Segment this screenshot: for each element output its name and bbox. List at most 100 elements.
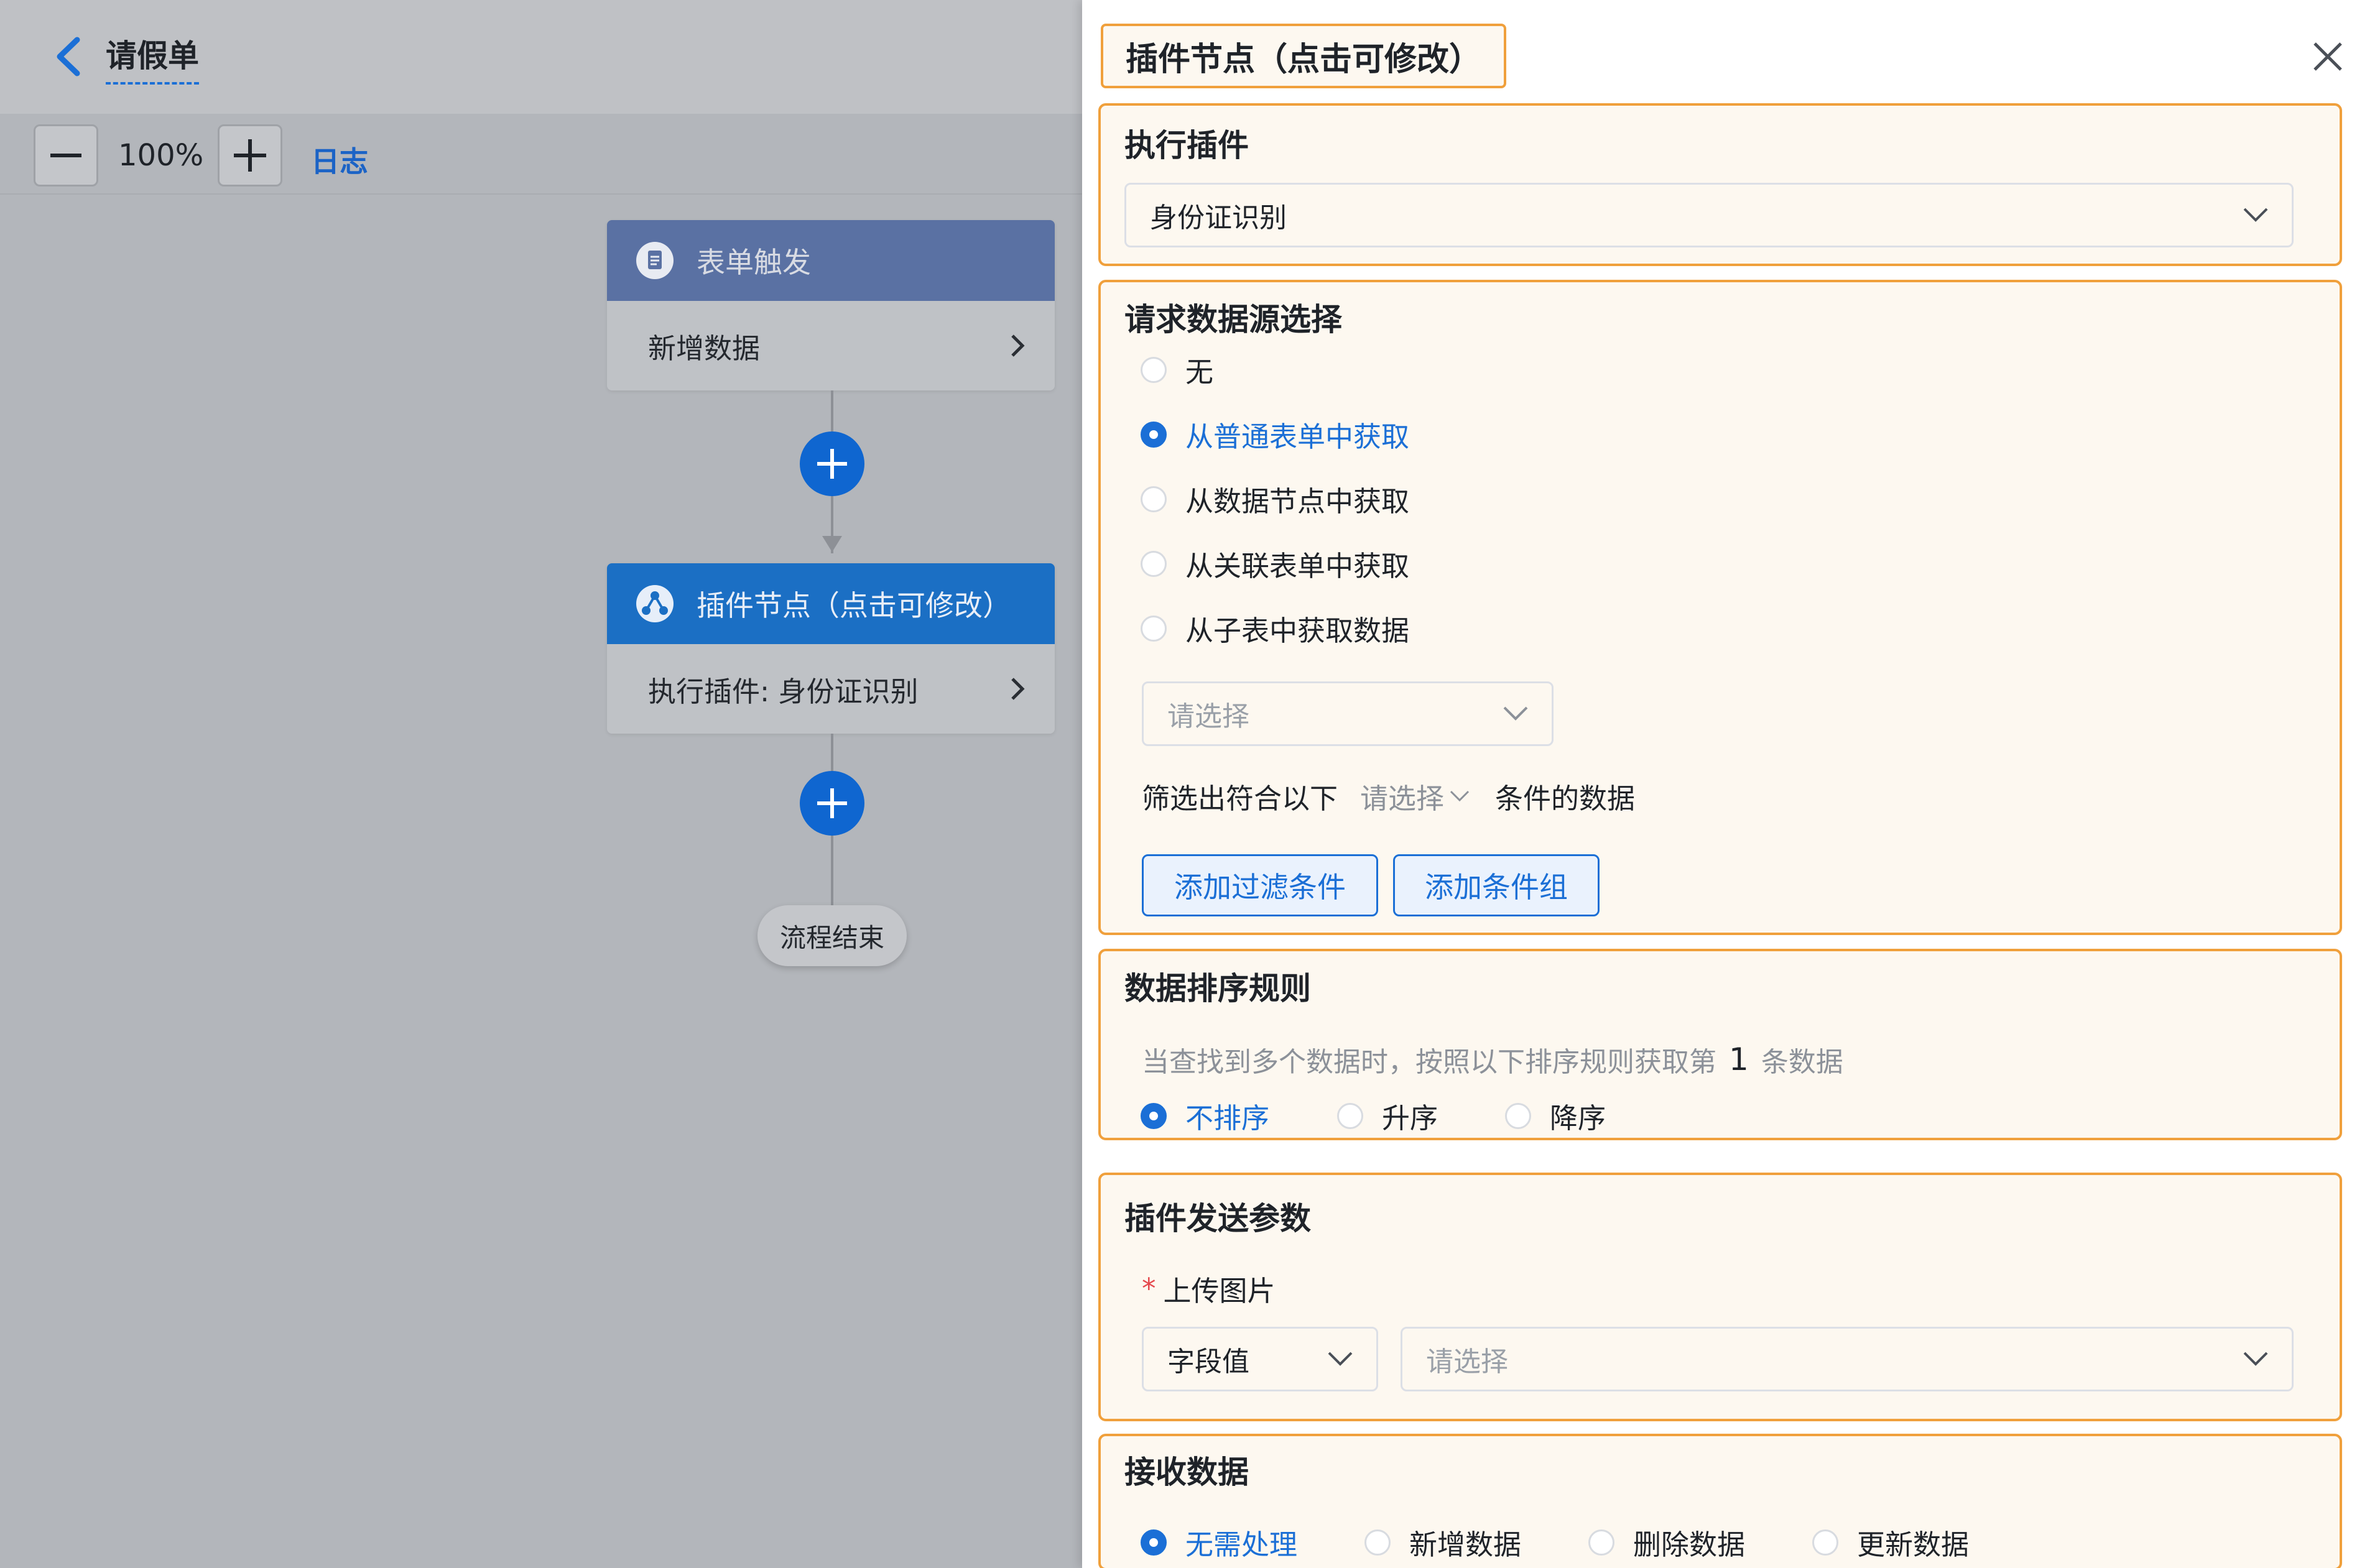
option-label: 升序 bbox=[1382, 1102, 1438, 1135]
plus-icon bbox=[234, 139, 266, 172]
radio-checked-icon bbox=[1141, 1102, 1167, 1129]
chevron-down-icon bbox=[1503, 706, 1528, 721]
filter-prefix: 筛选出符合以下 bbox=[1142, 782, 1338, 815]
radio-icon bbox=[1812, 1529, 1838, 1556]
radio-icon bbox=[1141, 486, 1167, 512]
params-section: 插件发送参数 * 上传图片 字段值 请选择 bbox=[1098, 1173, 2342, 1421]
form-select-placeholder: 请选择 bbox=[1167, 701, 1249, 732]
radio-icon bbox=[1505, 1102, 1531, 1129]
add-circle-icon bbox=[817, 449, 847, 479]
log-link[interactable]: 日志 bbox=[311, 139, 368, 180]
sort-option-asc[interactable]: 升序 bbox=[1337, 1095, 1438, 1136]
source-option-linked-form[interactable]: 从关联表单中获取 bbox=[1141, 543, 1409, 584]
receive-section: 接收数据 无需处理 新增数据 删除数据 更新数据 bbox=[1098, 1434, 2342, 1568]
option-label: 从普通表单中获取 bbox=[1185, 420, 1410, 453]
add-condition-group-button[interactable]: 添加条件组 bbox=[1393, 854, 1600, 916]
close-icon[interactable] bbox=[2311, 40, 2345, 73]
chevron-down-icon bbox=[1450, 790, 1470, 801]
source-option-data-node[interactable]: 从数据节点中获取 bbox=[1141, 479, 1409, 519]
filter-sentence: 筛选出符合以下 请选择 条件的数据 bbox=[1142, 776, 1635, 816]
receive-option-none[interactable]: 无需处理 bbox=[1141, 1522, 1297, 1562]
end-node: 流程结束 bbox=[757, 905, 907, 966]
page-title[interactable]: 请假单 bbox=[106, 31, 199, 85]
sort-option-none[interactable]: 不排序 bbox=[1141, 1095, 1269, 1136]
chevron-down-icon bbox=[1328, 1352, 1353, 1366]
plugin-node-header: 插件节点（点击可修改） bbox=[607, 563, 1055, 644]
field-value-select[interactable]: 请选择 bbox=[1401, 1327, 2294, 1391]
source-option-none[interactable]: 无 bbox=[1141, 349, 1213, 390]
config-panel: 插件节点（点击可修改） 执行插件 身份证识别 请求数据源选择 无 从普通表单中获… bbox=[1082, 0, 2362, 1568]
value-type-select[interactable]: 字段值 bbox=[1142, 1327, 1378, 1391]
receive-option-add[interactable]: 新增数据 bbox=[1364, 1522, 1521, 1562]
data-source-section: 请求数据源选择 无 从普通表单中获取 从数据节点中获取 从关联表单中获取 从子表… bbox=[1098, 280, 2342, 935]
radio-icon bbox=[1141, 550, 1167, 577]
source-option-form[interactable]: 从普通表单中获取 bbox=[1141, 414, 1409, 454]
add-node-button[interactable] bbox=[800, 771, 864, 836]
chevron-down-icon bbox=[2243, 1352, 2268, 1366]
receive-title: 接收数据 bbox=[1124, 1454, 1249, 1490]
sort-option-desc[interactable]: 降序 bbox=[1505, 1095, 1606, 1136]
document-icon bbox=[636, 242, 674, 279]
chevron-down-icon bbox=[2243, 208, 2268, 222]
trigger-node-title: 表单触发 bbox=[697, 246, 811, 279]
field-label: 上传图片 bbox=[1163, 1275, 1276, 1307]
sort-description: 当查找到多个数据时，按照以下排序规则获取第 1 条数据 bbox=[1142, 1040, 1843, 1079]
sort-desc-suffix: 条数据 bbox=[1761, 1046, 1843, 1078]
exec-plugin-section: 执行插件 身份证识别 bbox=[1098, 103, 2342, 266]
receive-option-delete[interactable]: 删除数据 bbox=[1588, 1522, 1745, 1562]
option-label: 从子表中获取数据 bbox=[1185, 614, 1410, 647]
plugin-select[interactable]: 身份证识别 bbox=[1124, 183, 2294, 247]
option-label: 删除数据 bbox=[1633, 1528, 1746, 1561]
plugin-select-value: 身份证识别 bbox=[1150, 202, 1287, 234]
arrow-down-icon bbox=[822, 536, 842, 552]
option-label: 从数据节点中获取 bbox=[1185, 485, 1410, 518]
plugin-node[interactable]: 插件节点（点击可修改） 执行插件: 身份证识别 bbox=[607, 563, 1055, 734]
zoom-out-button[interactable] bbox=[34, 124, 98, 187]
radio-icon bbox=[1588, 1529, 1614, 1556]
params-title: 插件发送参数 bbox=[1124, 1201, 1311, 1237]
zoom-in-button[interactable] bbox=[218, 124, 282, 187]
trigger-node-header: 表单触发 bbox=[607, 220, 1055, 301]
option-label: 不排序 bbox=[1185, 1102, 1270, 1135]
trigger-node-body[interactable]: 新增数据 bbox=[607, 301, 1055, 390]
required-mark: * bbox=[1142, 1272, 1156, 1305]
panel-title: 插件节点（点击可修改） bbox=[1101, 24, 1507, 88]
receive-option-update[interactable]: 更新数据 bbox=[1812, 1522, 1969, 1562]
radio-icon bbox=[1364, 1529, 1391, 1556]
add-node-button[interactable] bbox=[800, 431, 864, 496]
sort-section: 数据排序规则 当查找到多个数据时，按照以下排序规则获取第 1 条数据 不排序 升… bbox=[1098, 949, 2342, 1140]
plugin-node-body[interactable]: 执行插件: 身份证识别 bbox=[607, 644, 1055, 734]
add-filter-button[interactable]: 添加过滤条件 bbox=[1142, 854, 1378, 916]
source-option-subtable[interactable]: 从子表中获取数据 bbox=[1141, 608, 1409, 648]
sort-nth-input[interactable]: 1 bbox=[1729, 1041, 1749, 1077]
filter-condition-select[interactable]: 请选择 bbox=[1360, 776, 1470, 816]
upload-image-label: * 上传图片 bbox=[1142, 1268, 1276, 1309]
value-type-text: 字段值 bbox=[1167, 1346, 1249, 1378]
trigger-node[interactable]: 表单触发 新增数据 bbox=[607, 220, 1055, 390]
option-label: 新增数据 bbox=[1409, 1528, 1522, 1561]
filter-select-text: 请选择 bbox=[1360, 782, 1445, 815]
sort-desc-prefix: 当查找到多个数据时，按照以下排序规则获取第 bbox=[1142, 1046, 1716, 1078]
data-source-title: 请求数据源选择 bbox=[1124, 302, 1342, 338]
option-label: 无需处理 bbox=[1185, 1528, 1298, 1561]
plugin-node-desc: 执行插件: 身份证识别 bbox=[648, 675, 919, 708]
trigger-node-desc: 新增数据 bbox=[648, 331, 761, 365]
sort-title: 数据排序规则 bbox=[1124, 971, 1311, 1007]
radio-icon bbox=[1141, 356, 1167, 383]
radio-checked-icon bbox=[1141, 1529, 1167, 1556]
option-label: 无 bbox=[1185, 356, 1214, 389]
field-value-placeholder: 请选择 bbox=[1426, 1346, 1508, 1378]
filter-suffix: 条件的数据 bbox=[1495, 782, 1636, 815]
zoom-level: 100% bbox=[118, 138, 204, 173]
option-label: 从关联表单中获取 bbox=[1185, 550, 1410, 583]
chevron-right-icon bbox=[1011, 678, 1025, 700]
minus-icon bbox=[50, 154, 81, 157]
add-circle-icon bbox=[817, 788, 847, 818]
form-select[interactable]: 请选择 bbox=[1142, 681, 1554, 746]
radio-icon bbox=[1141, 615, 1167, 642]
option-label: 降序 bbox=[1550, 1102, 1606, 1135]
plugin-share-icon bbox=[636, 585, 674, 622]
radio-checked-icon bbox=[1141, 421, 1167, 448]
header-bar: 请假单 bbox=[0, 0, 1082, 114]
back-chevron-icon[interactable] bbox=[51, 36, 86, 77]
